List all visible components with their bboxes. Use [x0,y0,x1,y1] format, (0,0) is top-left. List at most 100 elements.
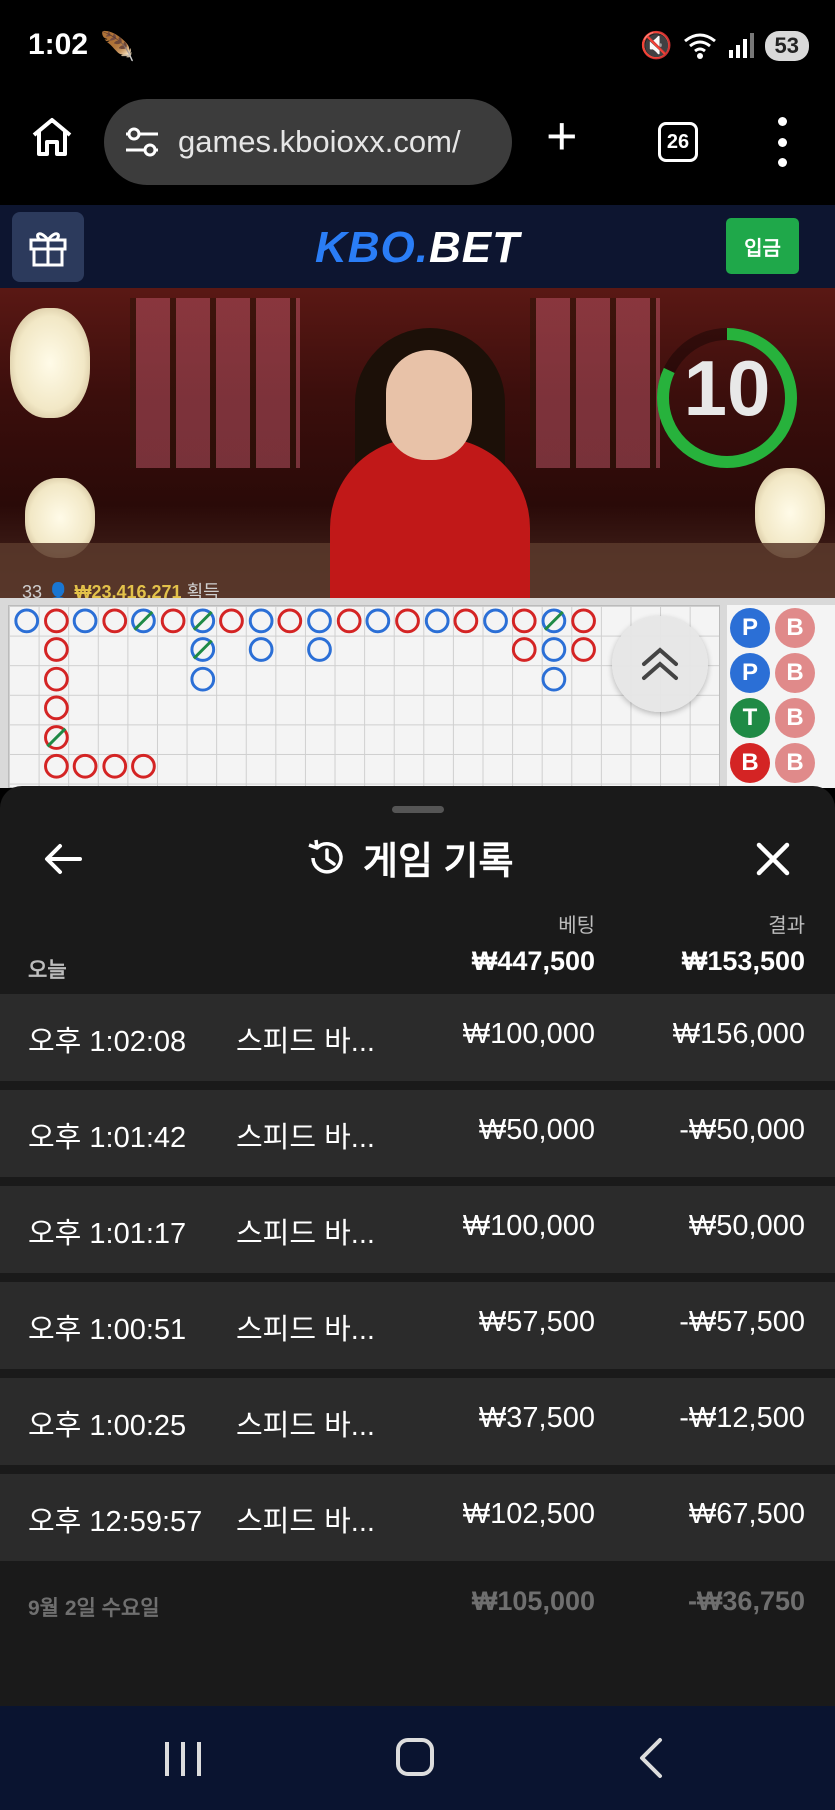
wifi-icon [683,33,716,59]
road-player-mark [307,637,332,662]
player-count: 33 [22,582,43,598]
road-banker-mark [219,608,244,634]
row-time: 오후 1:00:51 [28,1314,187,1346]
row-bet: ₩37,500 [478,1402,595,1434]
browser-menu-icon[interactable] [770,117,794,167]
recent-apps-icon[interactable] [165,1742,201,1778]
road-banker-mark [102,753,128,779]
prediction-banker[interactable]: B [775,608,815,648]
road-banker-mark [44,695,69,721]
system-home-icon[interactable] [396,1738,434,1776]
row-result: -₩57,500 [679,1306,805,1338]
history-row[interactable]: 오후 1:02:08 스피드 바... ₩100,000 ₩156,000 [0,994,835,1081]
road-tie-slash [46,727,67,748]
deposit-button[interactable]: 입금 [726,218,799,274]
lantern-decoration [10,308,90,418]
road-player-mark [541,637,567,662]
tab-switcher-button[interactable]: 26 [658,122,698,162]
previous-day-label: 9월 2일 수요일 [28,1597,160,1620]
dealer-face [386,350,472,460]
address-bar[interactable]: games.kboioxx.com/ [104,99,512,185]
history-title: 게임 기록 [363,841,514,883]
prediction-tie[interactable]: T [730,698,770,738]
site-header: KBO.BET 입금 [0,205,835,288]
close-icon[interactable] [750,836,796,882]
road-tie-slash [192,639,213,660]
new-tab-icon[interactable]: + [546,109,578,163]
road-tie-slash [543,610,564,631]
row-game: 스피드 바... [236,1410,375,1442]
row-game: 스피드 바... [236,1314,375,1346]
road-banker-mark [44,608,69,634]
status-bar: 1:02 🪶 🔇 53 [0,0,835,95]
road-banker-mark [395,608,420,634]
row-game: 스피드 바... [236,1218,375,1250]
row-time: 오후 1:01:17 [28,1218,187,1250]
prediction-banker[interactable]: B [775,743,815,783]
road-player-mark [248,608,274,634]
back-arrow-icon[interactable] [40,836,86,882]
history-row[interactable]: 오후 1:01:17 스피드 바... ₩100,000 ₩50,000 [0,1186,835,1273]
status-icons: 🔇 53 [640,30,809,61]
road-banker-mark [336,608,362,634]
prediction-banker[interactable]: B [775,653,815,693]
history-row[interactable]: 오후 1:00:51 스피드 바... ₩57,500 -₩57,500 [0,1282,835,1369]
row-game: 스피드 바... [236,1506,375,1538]
history-row[interactable]: 오후 1:01:42 스피드 바... ₩50,000 -₩50,000 [0,1090,835,1177]
previous-day-bet-total: ₩105,000 [471,1586,595,1616]
url-text: games.kboioxx.com/ [178,124,461,159]
road-banker-mark [511,608,537,634]
road-player-mark [190,666,216,692]
row-game: 스피드 바... [236,1026,375,1058]
prediction-banker[interactable]: B [730,743,770,783]
row-time: 오후 1:02:08 [28,1026,187,1058]
history-list: 오후 1:02:08 스피드 바... ₩100,000 ₩156,000 오후… [0,994,835,1570]
roadmap-panel: P P T B B B B B [0,598,835,788]
road-player-mark [483,608,508,634]
status-time: 1:02 [28,28,89,61]
win-amount: ₩23,416,271 [74,582,182,598]
history-row[interactable]: 오후 1:00:25 스피드 바... ₩37,500 -₩12,500 [0,1378,835,1465]
background-window-left [130,298,300,468]
home-icon[interactable] [30,115,74,159]
expand-roadmap-button[interactable] [612,616,708,712]
road-player-mark [248,637,274,662]
row-result: -₩12,500 [679,1402,805,1434]
game-history-sheet: 게임 기록 베팅 결과 오늘 ₩447,500 ₩153,500 오후 1:02… [0,786,835,1706]
history-row[interactable]: 오후 12:59:57 스피드 바... ₩102,500 ₩67,500 [0,1474,835,1561]
site-logo[interactable]: KBO.BET [0,223,835,273]
person-icon: 👤 [47,582,70,598]
sheet-title: 게임 기록 [305,830,513,885]
road-player-mark [541,666,567,692]
road-banker-mark [44,753,69,779]
road-banker-mark [571,608,596,634]
row-time: 오후 1:00:25 [28,1410,187,1442]
prediction-player[interactable]: P [730,608,770,648]
today-label: 오늘 [28,959,67,982]
previous-day-result-total: -₩36,750 [687,1586,805,1616]
live-dealer-video: 10 33 👤 ₩23,416,271 획득 [0,288,835,598]
bead-road [8,605,720,788]
history-icon [308,839,343,874]
row-result: ₩50,000 [688,1210,805,1242]
sheet-drag-handle[interactable] [392,806,444,813]
dealer-dress [330,438,530,598]
prediction-player[interactable]: P [730,653,770,693]
row-bet: ₩57,500 [478,1306,595,1338]
road-player-mark [424,608,450,634]
signal-icon [728,32,754,58]
row-bet: ₩102,500 [462,1498,595,1530]
row-result: -₩50,000 [679,1114,805,1146]
browser-toolbar: games.kboioxx.com/ + 26 [0,95,835,205]
background-window-right [530,298,660,468]
road-banker-mark [453,608,479,634]
system-back-icon[interactable] [632,1736,672,1780]
prediction-banker[interactable]: B [775,698,815,738]
notification-feather-icon: 🪶 [100,31,135,62]
row-time: 오후 12:59:57 [28,1506,203,1538]
road-player-mark [307,608,332,634]
system-navigation-bar [0,1706,835,1810]
road-banker-mark [44,666,69,692]
battery-indicator: 53 [764,30,809,61]
site-settings-icon[interactable] [122,122,162,162]
